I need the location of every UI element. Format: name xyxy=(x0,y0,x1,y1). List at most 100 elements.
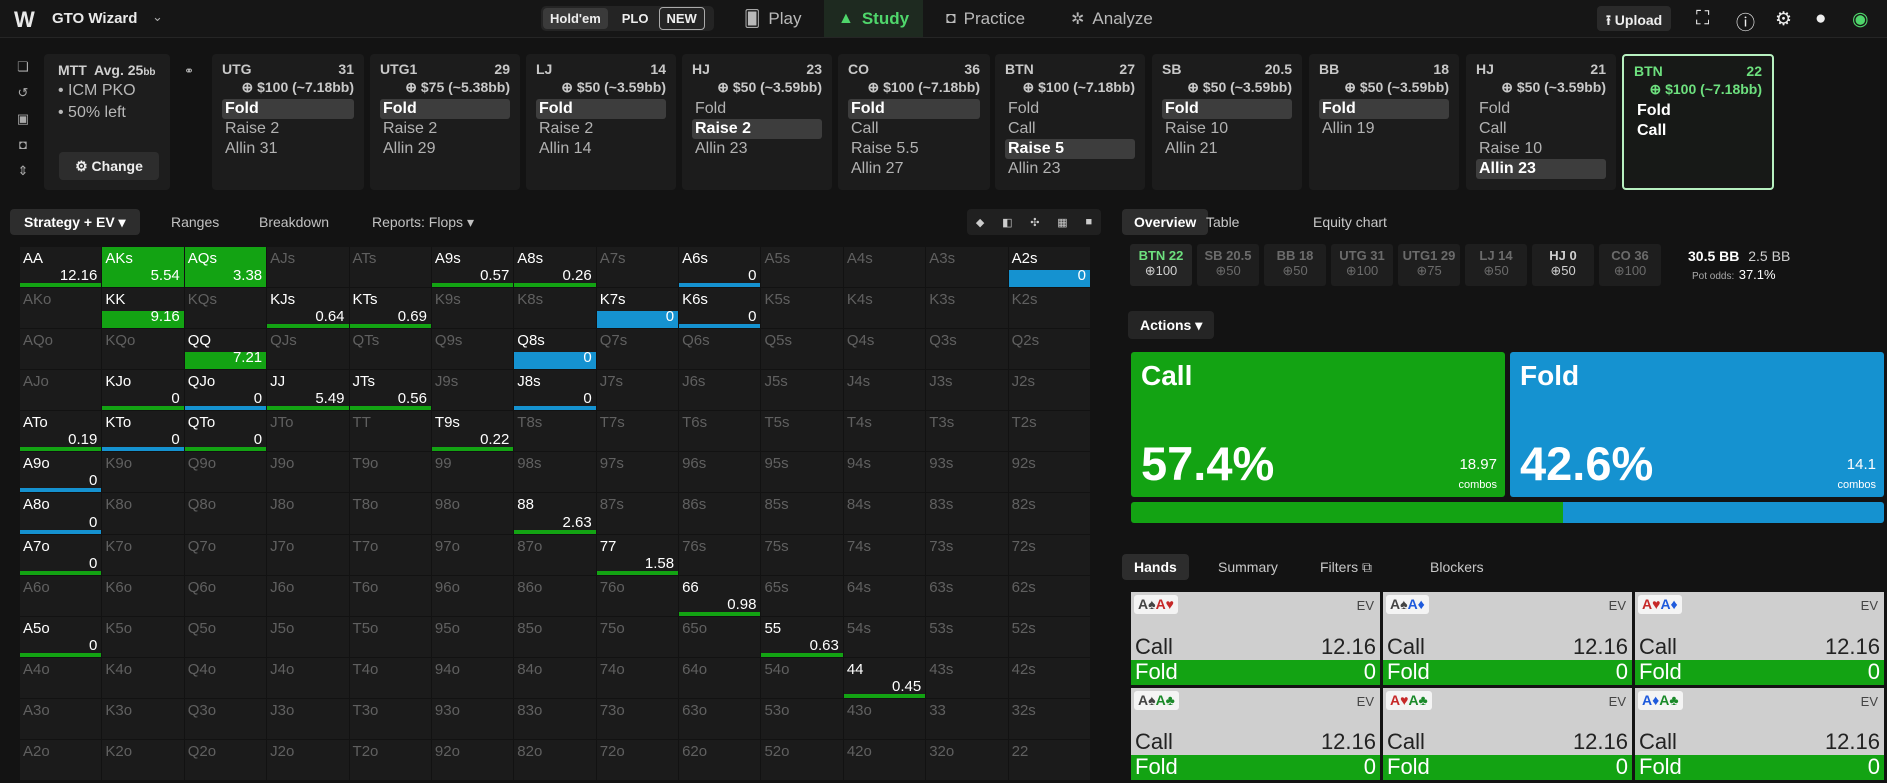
hand-cell[interactable]: K4o xyxy=(102,657,184,698)
hand-cell[interactable]: K2s xyxy=(1008,288,1090,329)
hand-cell[interactable]: 63s xyxy=(926,575,1008,616)
hand-cell[interactable]: 95s xyxy=(761,452,843,493)
hand-cell[interactable]: 94s xyxy=(843,452,926,493)
hand-cell[interactable]: A3o xyxy=(20,698,102,739)
hand-combo-card[interactable]: A♠A♦ EV Call 12.16 Fold 0 xyxy=(1383,592,1632,685)
hand-cell[interactable]: T3s xyxy=(926,411,1008,452)
hand-cell[interactable]: J7s xyxy=(596,370,679,411)
hand-cell[interactable]: K7o xyxy=(102,534,184,575)
hand-cell[interactable]: 82s xyxy=(1008,493,1090,534)
seat-chip[interactable]: LJ 14 ⊕50 xyxy=(1465,244,1527,286)
action-option[interactable]: Raise 10 xyxy=(1476,139,1606,159)
action-option[interactable]: Fold xyxy=(380,99,510,119)
action-option[interactable]: Allin 29 xyxy=(380,139,510,159)
hand-cell[interactable]: KJs 0.64 xyxy=(267,288,349,329)
hand-cell[interactable]: 64o xyxy=(679,657,761,698)
hand-cell[interactable]: 92o xyxy=(431,739,514,780)
square-view-icon[interactable]: ■ xyxy=(1085,216,1092,228)
hand-cell[interactable]: T3o xyxy=(349,698,431,739)
player-card-hj[interactable]: HJ 23 ⊕ $50 (~3.59bb) Fold Raise 2 Allin 23 xyxy=(682,54,832,190)
action-option[interactable]: Allin 14 xyxy=(536,139,666,159)
hand-cell[interactable]: 53o xyxy=(761,698,843,739)
hand-cell[interactable]: J6s xyxy=(679,370,761,411)
hand-cell[interactable]: Q9s xyxy=(431,329,514,370)
hand-cell[interactable]: 52s xyxy=(1008,616,1090,657)
hand-cell[interactable]: K6s 0 xyxy=(679,288,761,329)
hand-cell[interactable]: A2s 0 xyxy=(1008,247,1090,288)
hand-cell[interactable]: A7s xyxy=(596,247,679,288)
action-option[interactable]: Raise 2 xyxy=(536,119,666,139)
hand-cell[interactable]: T8s xyxy=(514,411,596,452)
hand-cell[interactable]: J3s xyxy=(926,370,1008,411)
hand-cell[interactable]: 62s xyxy=(1008,575,1090,616)
hand-cell[interactable]: 97s xyxy=(596,452,679,493)
hand-cell[interactable]: A4s xyxy=(843,247,926,288)
hand-cell[interactable]: Q3o xyxy=(184,698,267,739)
hand-cell[interactable]: A4o xyxy=(20,657,102,698)
hand-cell[interactable]: J3o xyxy=(267,698,349,739)
hand-cell[interactable]: QJs xyxy=(267,329,349,370)
hand-cell[interactable]: Q4o xyxy=(184,657,267,698)
save-icon[interactable]: ▣ xyxy=(8,106,38,132)
change-button[interactable]: ⚙ Change xyxy=(59,152,159,180)
tab-summary[interactable]: Summary xyxy=(1218,554,1278,580)
hand-cell[interactable]: 52o xyxy=(761,739,843,780)
player-card-lj[interactable]: LJ 14 ⊕ $50 (~3.59bb) Fold Raise 2 Allin 14 xyxy=(526,54,676,190)
tab-filters[interactable]: Filters ⧉ xyxy=(1320,554,1372,580)
hand-cell[interactable]: K8o xyxy=(102,493,184,534)
hand-cell[interactable]: 83s xyxy=(926,493,1008,534)
compact-grid-icon[interactable]: ✣ xyxy=(1030,216,1039,229)
hand-cell[interactable]: QTs xyxy=(349,329,431,370)
hand-cell[interactable]: TT xyxy=(349,411,431,452)
hand-cell[interactable]: 75o xyxy=(596,616,679,657)
avatar[interactable]: ◉ xyxy=(1852,8,1869,31)
nav-analyze[interactable]: ✲ Analyze xyxy=(1071,0,1153,37)
tab-strategy-ev[interactable]: Strategy + EV ▾ xyxy=(10,209,140,235)
hand-cell[interactable]: T9s 0.22 xyxy=(431,411,514,452)
hand-cell[interactable]: J8s 0 xyxy=(514,370,596,411)
hand-cell[interactable]: K3s xyxy=(926,288,1008,329)
settings-gear-icon[interactable]: ⚙ xyxy=(1775,8,1792,31)
holdem-toggle[interactable]: Hold'em xyxy=(543,8,608,29)
hand-cell[interactable]: T5o xyxy=(349,616,431,657)
hand-cell[interactable]: K8s xyxy=(514,288,596,329)
tab-ranges[interactable]: Ranges xyxy=(171,209,219,235)
plo-toggle[interactable]: PLO NEW xyxy=(608,7,712,30)
bookmark-icon[interactable]: ❏ xyxy=(8,54,38,80)
hand-combo-card[interactable]: A♥A♣ EV Call 12.16 Fold 0 xyxy=(1383,687,1632,780)
hand-cell[interactable]: K9o xyxy=(102,452,184,493)
hand-cell[interactable]: J2o xyxy=(267,739,349,780)
hand-cell[interactable]: AJo xyxy=(20,370,102,411)
hand-cell[interactable]: Q7o xyxy=(184,534,267,575)
hand-cell[interactable]: Q4s xyxy=(843,329,926,370)
hand-cell[interactable]: T2o xyxy=(349,739,431,780)
action-option[interactable]: Call xyxy=(1634,121,1762,141)
hand-cell[interactable]: J5o xyxy=(267,616,349,657)
hand-cell[interactable]: 42o xyxy=(843,739,926,780)
hand-cell[interactable]: A9s 0.57 xyxy=(431,247,514,288)
hand-cell[interactable]: A8s 0.26 xyxy=(514,247,596,288)
hand-cell[interactable]: 82o xyxy=(514,739,596,780)
hand-cell[interactable]: J4o xyxy=(267,657,349,698)
player-card-co[interactable]: CO 36 ⊕ $100 (~7.18bb) Fold Call Raise 5.5 All… xyxy=(838,54,990,190)
hand-cell[interactable]: AKs 5.54 xyxy=(102,247,184,288)
action-option[interactable]: Allin 27 xyxy=(848,159,980,179)
hand-cell[interactable]: QQ 7.21 xyxy=(184,329,267,370)
hand-cell[interactable]: 93o xyxy=(431,698,514,739)
hand-cell[interactable]: 85s xyxy=(761,493,843,534)
hand-cell[interactable]: T8o xyxy=(349,493,431,534)
hand-cell[interactable]: T7s xyxy=(596,411,679,452)
hand-cell[interactable]: K6o xyxy=(102,575,184,616)
player-card-sb[interactable]: SB 20.5 ⊕ $50 (~3.59bb) Fold Raise 10 Allin 2… xyxy=(1152,54,1302,190)
hand-cell[interactable]: 42s xyxy=(1008,657,1090,698)
hand-cell[interactable]: 43s xyxy=(926,657,1008,698)
hand-cell[interactable]: AA 12.16 xyxy=(20,247,102,288)
action-option[interactable]: Raise 5.5 xyxy=(848,139,980,159)
hand-cell[interactable]: KJo 0 xyxy=(102,370,184,411)
action-option[interactable]: Fold xyxy=(222,99,354,119)
action-option[interactable]: Fold xyxy=(1476,99,1606,119)
hand-cell[interactable]: A5o 0 xyxy=(20,616,102,657)
hand-cell[interactable]: T4s xyxy=(843,411,926,452)
hand-cell[interactable]: 54o xyxy=(761,657,843,698)
hand-cell[interactable]: Q6s xyxy=(679,329,761,370)
